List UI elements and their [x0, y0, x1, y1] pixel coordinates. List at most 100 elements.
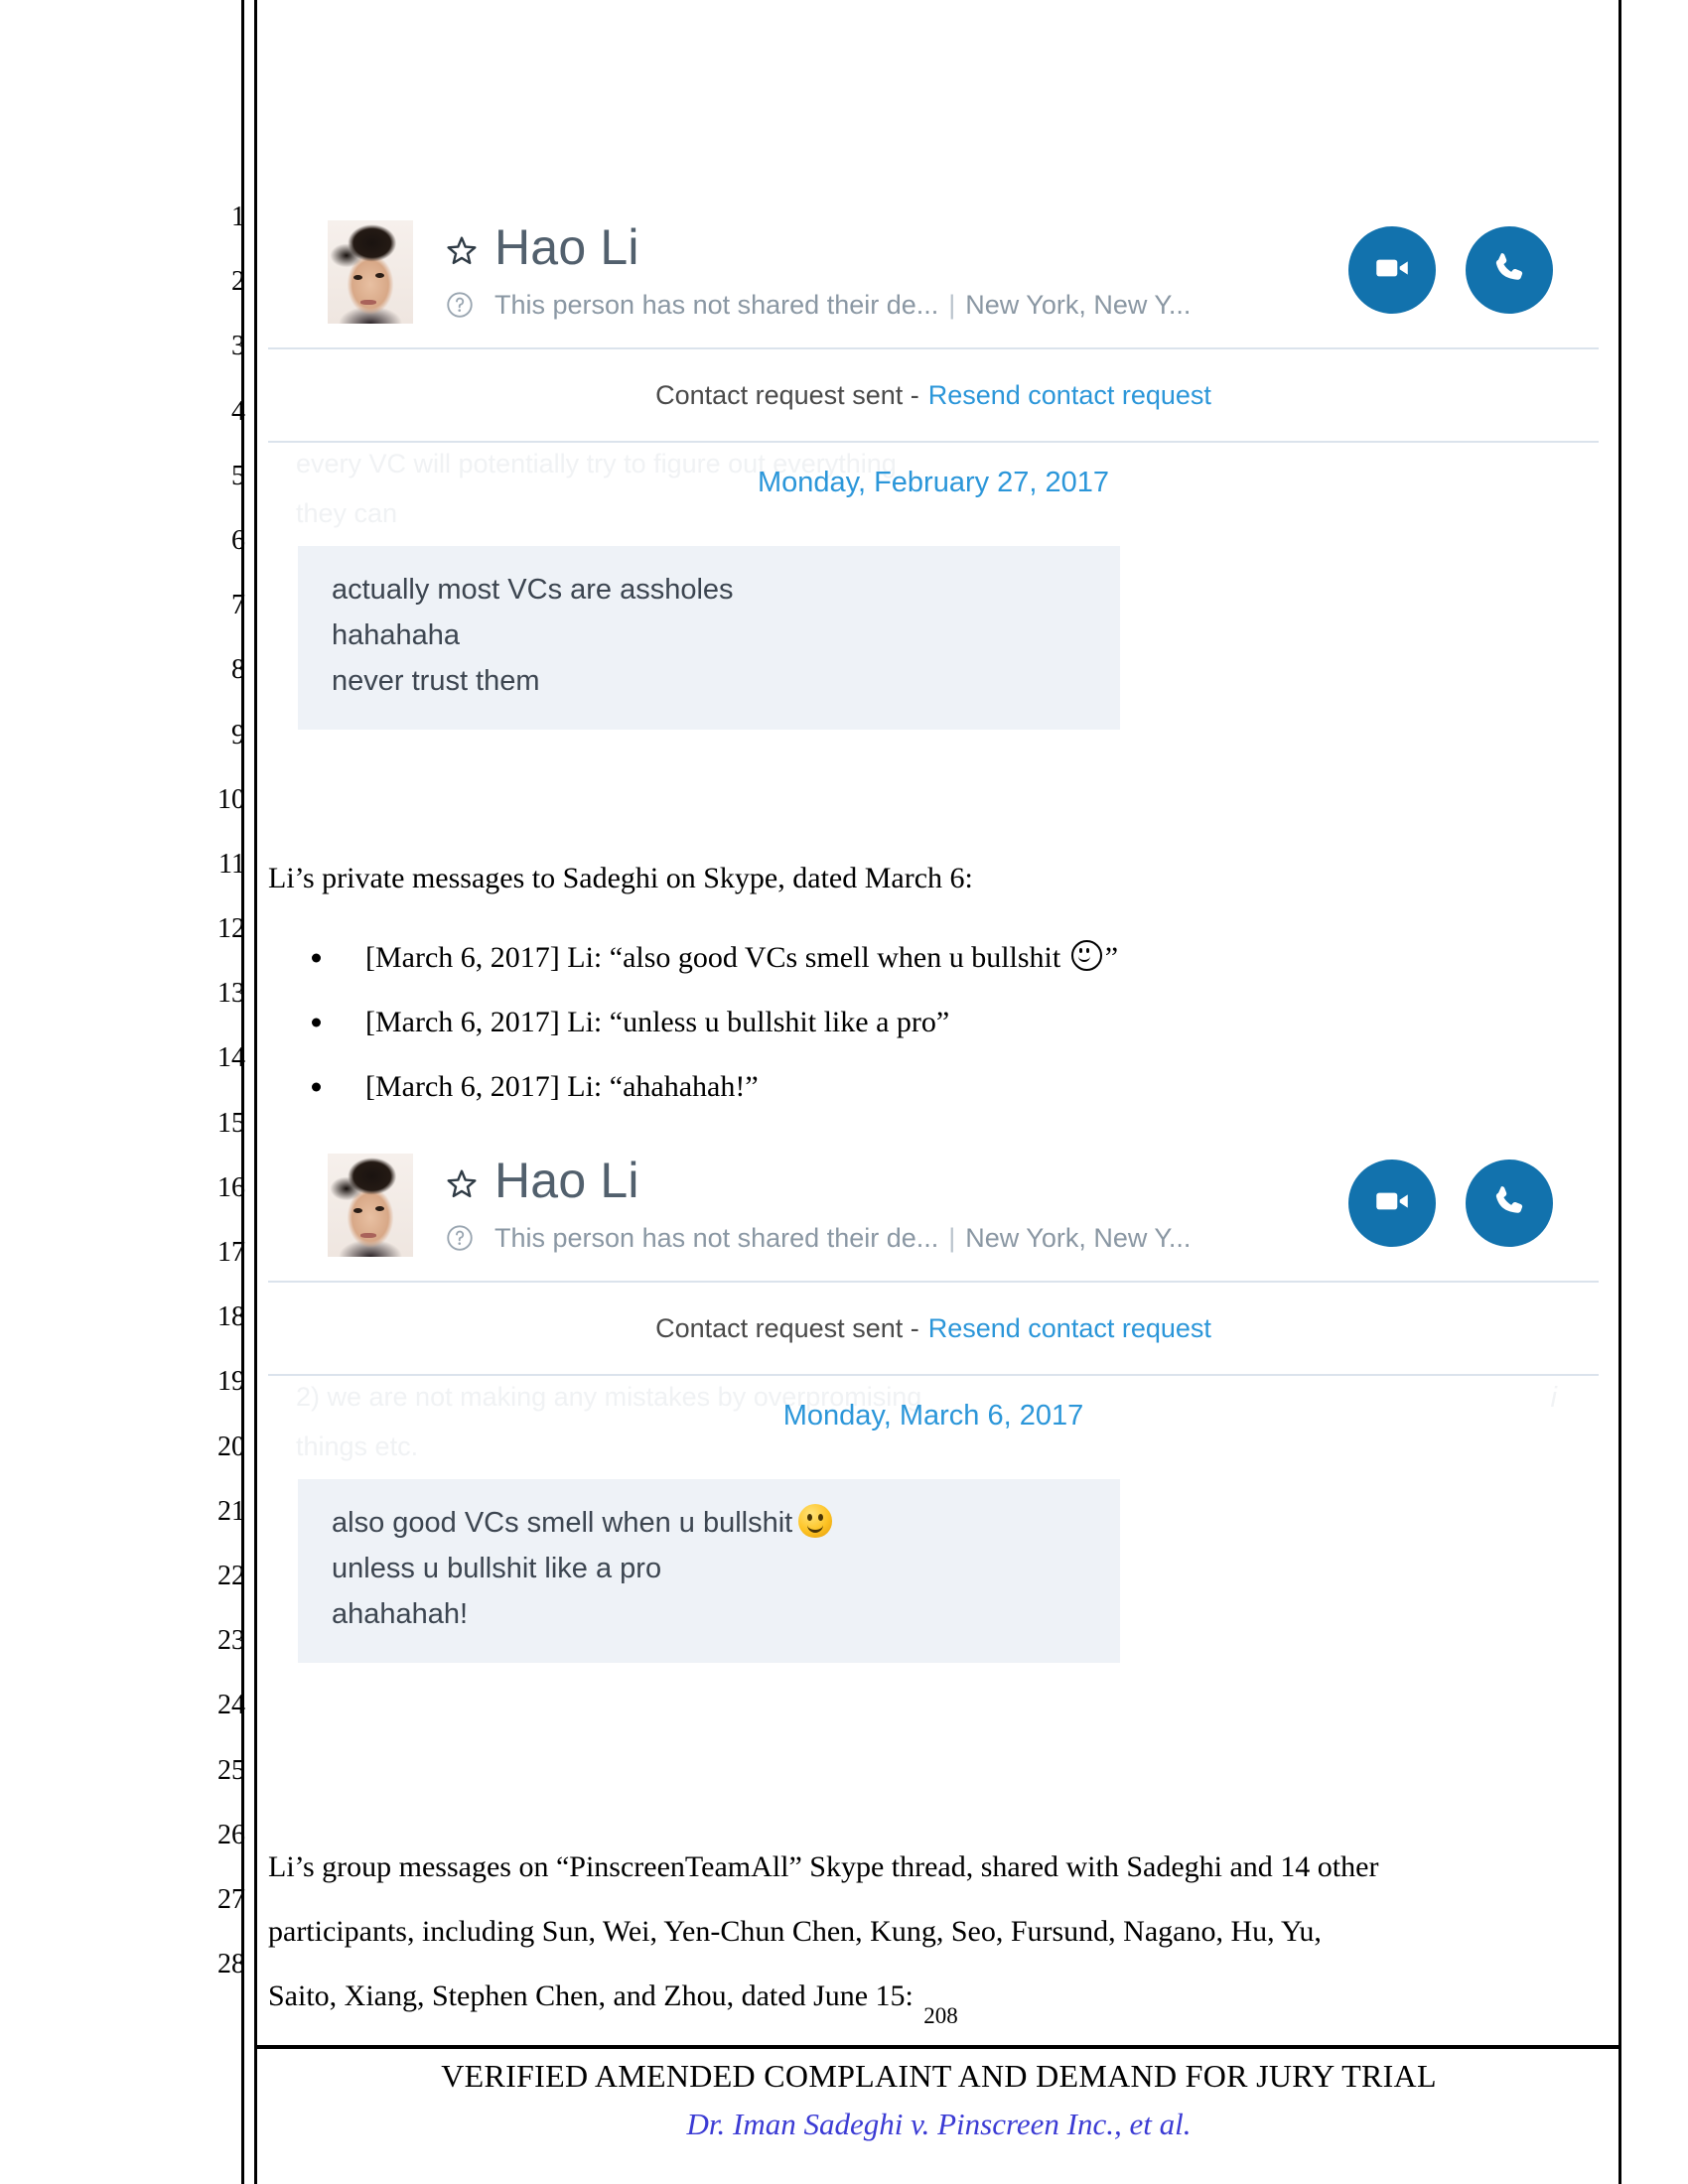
faded-prior-messages: every VC will potentially try to figure … — [268, 443, 1599, 546]
contact-request-label: Contact request sent - — [655, 1312, 919, 1343]
message-bubble: actually most VCs are assholes hahahaha … — [298, 546, 1120, 731]
smiley-face-icon — [1070, 940, 1102, 971]
paragraph-2-line-2: participants, including Sun, Wei, Yen-Ch… — [268, 1915, 1322, 1949]
line-number: 15 — [217, 1107, 245, 1139]
line-number: 27 — [217, 1883, 245, 1915]
list-item: [March 6, 2017] Li: “unless u bullshit l… — [268, 990, 1609, 1054]
message-text: ahahahah! — [332, 1597, 469, 1630]
skype-contact-header: Hao Li This person has not shared their … — [268, 1132, 1599, 1281]
audio-call-icon — [1488, 247, 1530, 294]
resend-contact-request-link[interactable]: Resend contact request — [928, 380, 1211, 411]
line-number: 23 — [217, 1625, 245, 1657]
message-text: actually most VCs are assholes — [332, 574, 734, 606]
page-content: Hao Li This person has not shared their … — [268, 0, 1614, 2184]
bullet-dot — [312, 1082, 321, 1092]
audio-call-button[interactable] — [1466, 1160, 1553, 1247]
bullet-text: [March 6, 2017] Li: “unless u bullshit l… — [365, 1006, 950, 1039]
line-number: 14 — [217, 1042, 245, 1074]
pleading-page: 1 2 3 4 5 6 7 8 9 10 11 12 13 14 15 16 17 18 19 20 21 22 23 24 2… — [0, 0, 1688, 2184]
star-icon[interactable] — [445, 234, 479, 268]
page-number: 208 — [923, 2003, 958, 2028]
smiley-emoji-icon — [798, 1504, 833, 1538]
intro-paragraph-1: Li’s private messages to Sadeghi on Skyp… — [268, 862, 973, 894]
contact-request-row: Contact request sent - Resend contact re… — [268, 1283, 1599, 1374]
bullet-text: [March 6, 2017] Li: “also good VCs smell… — [365, 941, 1068, 974]
question-circle-icon — [445, 1223, 475, 1253]
line-number: 6 — [231, 524, 245, 556]
video-call-button[interactable] — [1348, 1160, 1436, 1247]
line-number: 22 — [217, 1560, 245, 1591]
line-number: 28 — [217, 1949, 245, 1980]
line-number: 13 — [217, 978, 245, 1010]
contact-name: Hao Li — [494, 1153, 639, 1208]
status-separator: | — [948, 290, 956, 320]
contact-status-line: This person has not shared their de... | N… — [494, 1223, 1191, 1254]
audio-call-button[interactable] — [1466, 226, 1553, 314]
message-body: also good VCs smell when u bullshit — [332, 1507, 793, 1539]
contact-request-label: Contact request sent - — [655, 379, 919, 410]
margin-rule-right — [1618, 0, 1621, 2184]
line-number: 17 — [217, 1237, 245, 1268]
video-call-icon — [1371, 247, 1413, 294]
faded-prior-messages: 2) we are not making any mistakes by ove… — [268, 1376, 1599, 1479]
contact-status-text: This person has not shared their de... — [494, 1223, 939, 1253]
contact-status-line: This person has not shared their de... | N… — [494, 290, 1191, 321]
call-actions — [1348, 226, 1553, 314]
faded-message-line-2: things etc. — [296, 1432, 419, 1461]
line-number: 26 — [217, 1819, 245, 1850]
line-number: 7 — [231, 590, 245, 621]
line-number: 11 — [218, 848, 245, 880]
contact-name: Hao Li — [494, 219, 639, 275]
message-text: never trust them — [332, 664, 540, 697]
quoted-messages-list: [March 6, 2017] Li: “also good VCs smell… — [268, 925, 1609, 1120]
paragraph-2: Li’s group messages on “PinscreenTeamAll… — [268, 1835, 1609, 2029]
line-number: 4 — [231, 395, 245, 427]
message-text: also good VCs smell when u bullshit — [332, 1501, 1086, 1547]
line-number: 1 — [231, 202, 245, 232]
status-separator: | — [948, 1223, 956, 1253]
line-number: 5 — [231, 460, 245, 491]
line-number: 18 — [217, 1301, 245, 1333]
line-number: 2 — [231, 266, 245, 298]
date-separator: Monday, March 6, 2017 — [782, 1400, 1084, 1432]
bullet-dot — [312, 953, 321, 963]
line-number: 3 — [231, 331, 245, 362]
contact-request-row: Contact request sent - Resend contact re… — [268, 349, 1599, 441]
video-call-button[interactable] — [1348, 226, 1436, 314]
audio-call-icon — [1488, 1180, 1530, 1227]
date-separator: Monday, February 27, 2017 — [757, 467, 1110, 498]
line-number: 20 — [217, 1431, 245, 1462]
message-text: hahahaha — [332, 618, 461, 651]
line-number: 8 — [231, 654, 245, 686]
margin-rule-left-inner — [254, 0, 257, 2184]
line-number: 21 — [217, 1495, 245, 1527]
contact-status-text: This person has not shared their de... — [494, 290, 939, 320]
message-text: unless u bullshit like a pro — [332, 1552, 662, 1584]
faded-message-line-2: they can — [296, 498, 398, 528]
line-number: 19 — [217, 1366, 245, 1398]
contact-location: New York, New Y... — [965, 290, 1192, 320]
avatar — [328, 220, 413, 324]
line-number: 9 — [231, 719, 245, 751]
question-circle-icon — [445, 290, 475, 320]
message-bubble: also good VCs smell when u bullshit unle… — [298, 1479, 1120, 1664]
paragraph-2-line-1: Li’s group messages on “PinscreenTeamAll… — [268, 1850, 1379, 1883]
footer-rule — [256, 2045, 1621, 2049]
line-number: 16 — [217, 1171, 245, 1203]
bullet-text: [March 6, 2017] Li: “ahahahah!” — [365, 1070, 759, 1104]
skype-conversation-screenshot-2: Hao Li This person has not shared their … — [268, 1132, 1599, 1664]
star-icon[interactable] — [445, 1167, 479, 1201]
resend-contact-request-link[interactable]: Resend contact request — [928, 1313, 1211, 1344]
video-call-icon — [1371, 1180, 1413, 1227]
footer-case-caption: Dr. Iman Sadeghi v. Pinscreen Inc., et a… — [686, 2107, 1192, 2141]
line-number: 24 — [217, 1690, 245, 1721]
bullet-text-suffix: ” — [1104, 941, 1119, 974]
line-number: 12 — [217, 913, 245, 945]
footer-title: VERIFIED AMENDED COMPLAINT AND DEMAND FO… — [441, 2058, 1437, 2094]
line-number-column: 1 2 3 4 5 6 7 8 9 10 11 12 13 14 15 16 17 18 19 20 21 22 23 24 2… — [194, 185, 245, 1996]
line-number: 10 — [217, 783, 245, 815]
skype-conversation-screenshot-1: Hao Li This person has not shared their … — [268, 199, 1599, 731]
call-actions — [1348, 1160, 1553, 1247]
list-item: [March 6, 2017] Li: “also good VCs smell… — [268, 925, 1609, 990]
avatar — [328, 1154, 413, 1257]
